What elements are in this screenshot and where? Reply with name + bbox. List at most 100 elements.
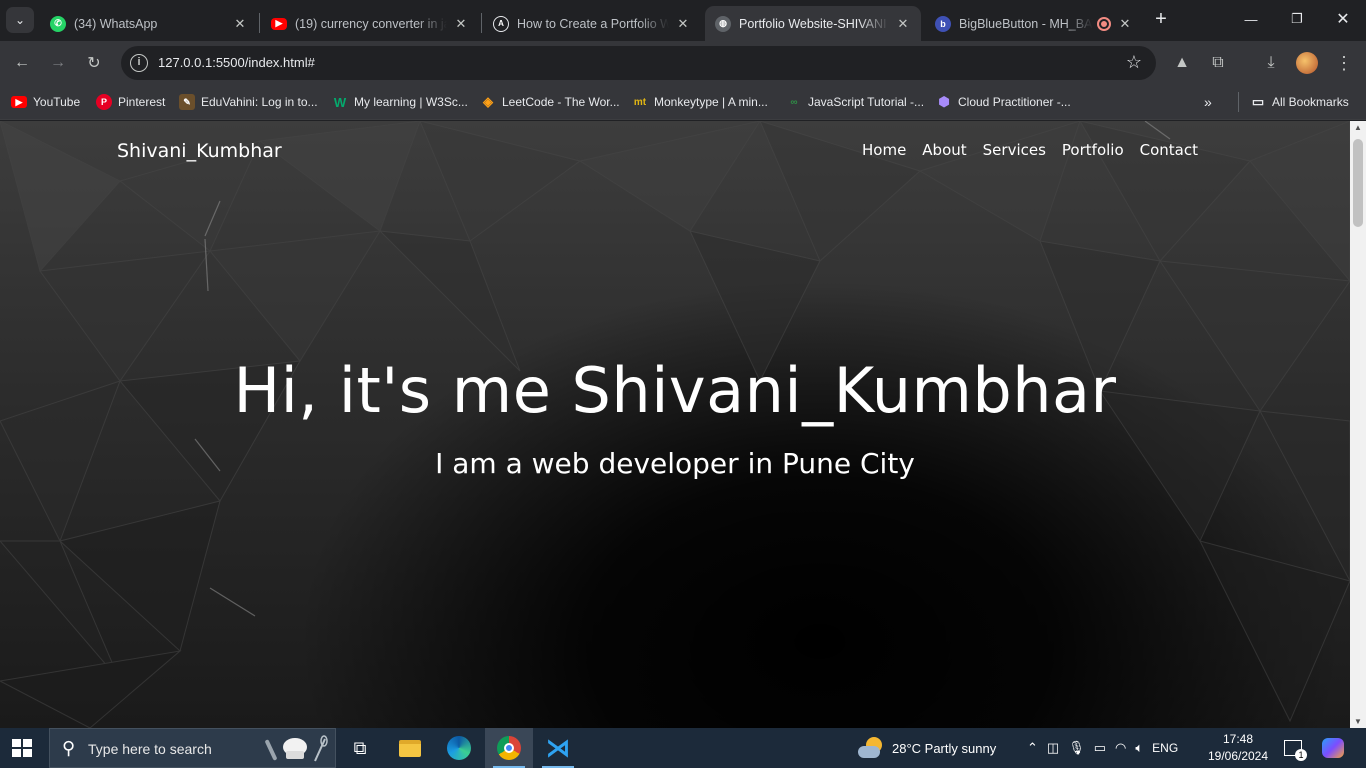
scrollbar-thumb[interactable] bbox=[1353, 139, 1363, 227]
windows-logo-icon bbox=[12, 739, 21, 747]
search-placeholder: Type here to search bbox=[88, 741, 212, 757]
battery-icon[interactable]: ▭ bbox=[1094, 740, 1106, 756]
extension-button[interactable]: ▲ bbox=[1168, 49, 1196, 77]
camera-icon[interactable]: ◫ bbox=[1047, 740, 1059, 756]
close-icon[interactable]: ✕ bbox=[675, 16, 691, 32]
all-bookmarks-label: All Bookmarks bbox=[1272, 95, 1349, 109]
arrow-left-icon: ← bbox=[14, 54, 30, 71]
downloads-button[interactable]: ⤓ bbox=[1257, 49, 1285, 77]
minimize-icon: — bbox=[1244, 11, 1258, 27]
search-icon: ⚲ bbox=[62, 738, 76, 758]
vscode-button[interactable]: ⋊ bbox=[534, 728, 582, 768]
extensions-button[interactable]: ⧉ bbox=[1204, 49, 1232, 77]
url-text[interactable]: 127.0.0.1:5500/index.html# bbox=[158, 55, 315, 70]
close-icon[interactable]: ✕ bbox=[1117, 16, 1133, 32]
download-icon: ⤓ bbox=[1267, 54, 1275, 71]
tab-title: How to Create a Portfolio Web bbox=[517, 16, 669, 31]
new-tab-button[interactable]: + bbox=[1150, 9, 1172, 31]
all-bookmarks-button[interactable]: ▭ All Bookmarks bbox=[1250, 93, 1349, 111]
bookmark-label: Pinterest bbox=[118, 95, 166, 109]
bookmark-pinterest[interactable]: P Pinterest bbox=[96, 93, 165, 111]
nav-services[interactable]: Services bbox=[983, 141, 1046, 159]
chevron-up-icon[interactable]: ⌃ bbox=[1027, 740, 1038, 756]
wifi-icon[interactable]: ◠ bbox=[1115, 740, 1126, 756]
site-logo[interactable]: Shivani_Kumbhar bbox=[117, 140, 282, 162]
bookmark-youtube[interactable]: ▶ YouTube bbox=[11, 93, 80, 111]
whatsapp-icon: ✆ bbox=[50, 15, 66, 32]
clock[interactable]: 17:48 19/06/2024 bbox=[1206, 731, 1270, 765]
restore-button[interactable]: ❐ bbox=[1274, 0, 1320, 38]
bigbluebutton-icon: b bbox=[935, 15, 951, 32]
notification-icon: 1 bbox=[1284, 740, 1307, 761]
bookmark-label: JavaScript Tutorial -... bbox=[808, 95, 925, 109]
minimize-button[interactable]: — bbox=[1228, 0, 1274, 38]
nav-home[interactable]: Home bbox=[862, 141, 906, 159]
close-icon[interactable]: ✕ bbox=[232, 16, 248, 32]
tab-search-button[interactable]: ⌄ bbox=[6, 7, 34, 33]
close-icon[interactable]: ✕ bbox=[453, 16, 469, 32]
close-window-button[interactable]: ✕ bbox=[1320, 0, 1366, 38]
tab-title: Portfolio Website-SHIVANI KUMBHAR bbox=[739, 16, 889, 31]
chrome-icon bbox=[497, 736, 521, 760]
bookmark-label: Cloud Practitioner -... bbox=[958, 95, 1071, 109]
tab-portfolio-tutorial[interactable]: A How to Create a Portfolio Web ✕ bbox=[483, 6, 701, 41]
youtube-icon: ▶ bbox=[271, 17, 287, 30]
nav-contact[interactable]: Contact bbox=[1140, 141, 1198, 159]
pinterest-icon: P bbox=[96, 94, 112, 110]
tab-bigbluebutton[interactable]: b BigBlueButton - MH_BATCH ✕ bbox=[925, 6, 1143, 41]
microphone-icon[interactable]: 🎙︎ bbox=[1068, 740, 1085, 756]
restore-icon: ❐ bbox=[1291, 11, 1303, 26]
bookmark-monkeytype[interactable]: mt Monkeytype | A min... bbox=[632, 93, 768, 111]
more-vertical-icon: ⋮ bbox=[1335, 52, 1353, 73]
speaker-icon[interactable]: 🔈︎ bbox=[1135, 740, 1143, 756]
start-button[interactable] bbox=[12, 739, 32, 757]
recording-icon bbox=[1097, 16, 1111, 31]
address-bar[interactable]: i 127.0.0.1:5500/index.html# ☆ bbox=[121, 46, 1156, 80]
bookmark-w3schools[interactable]: W My learning | W3Sc... bbox=[332, 93, 468, 111]
more-bookmarks-button[interactable]: » bbox=[1204, 93, 1212, 111]
folder-icon bbox=[399, 739, 421, 757]
nav-portfolio[interactable]: Portfolio bbox=[1062, 141, 1124, 159]
scroll-down-icon[interactable]: ▼ bbox=[1350, 717, 1366, 726]
task-view-button[interactable]: ⧉ bbox=[336, 728, 384, 768]
double-chevron-right-icon: » bbox=[1204, 94, 1212, 110]
chrome-button[interactable] bbox=[485, 728, 533, 768]
hero-subtitle: I am a web developer in Pune City bbox=[435, 447, 915, 480]
file-explorer-button[interactable] bbox=[386, 728, 434, 768]
notification-count: 1 bbox=[1295, 749, 1307, 761]
scroll-up-icon[interactable]: ▲ bbox=[1350, 123, 1366, 132]
info-icon[interactable]: i bbox=[130, 54, 148, 72]
hero-title: Hi, it's me Shivani_Kumbhar bbox=[233, 354, 1117, 427]
bookmark-javascript-tutorial[interactable]: ∞ JavaScript Tutorial -... bbox=[786, 93, 924, 111]
globe-icon: ◍ bbox=[715, 15, 731, 32]
weather-text: 28°C Partly sunny bbox=[892, 740, 997, 756]
tab-whatsapp[interactable]: ✆ (34) WhatsApp ✕ bbox=[40, 6, 258, 41]
reload-button[interactable]: ↻ bbox=[80, 49, 108, 77]
forward-button[interactable]: → bbox=[44, 49, 72, 77]
edge-button[interactable] bbox=[435, 728, 483, 768]
menu-button[interactable]: ⋮ bbox=[1330, 49, 1358, 77]
tab-portfolio-website[interactable]: ◍ Portfolio Website-SHIVANI KUMBHAR ✕ bbox=[705, 6, 921, 41]
avatar bbox=[1296, 52, 1318, 74]
notifications-button[interactable]: 1 bbox=[1284, 728, 1307, 768]
bookmark-eduvahini[interactable]: ✎ EduVahini: Log in to... bbox=[179, 93, 318, 111]
taskbar-search[interactable]: ⚲ Type here to search bbox=[49, 728, 336, 768]
codehal-icon: A bbox=[493, 15, 509, 32]
page-scrollbar[interactable]: ▲ ▼ bbox=[1350, 121, 1366, 728]
bookmark-label: YouTube bbox=[33, 95, 81, 109]
bookmark-leetcode[interactable]: ◈ LeetCode - The Wor... bbox=[480, 93, 620, 111]
close-icon[interactable]: ✕ bbox=[895, 16, 911, 32]
star-icon[interactable]: ☆ bbox=[1126, 52, 1142, 73]
profile-button[interactable] bbox=[1293, 49, 1321, 77]
copilot-button[interactable] bbox=[1322, 728, 1344, 768]
bookmark-cloud-practitioner[interactable]: ⬢ Cloud Practitioner -... bbox=[936, 93, 1071, 111]
nav-about[interactable]: About bbox=[922, 141, 966, 159]
mountain-icon: ▲ bbox=[1174, 54, 1190, 71]
back-button[interactable]: ← bbox=[8, 49, 36, 77]
language-indicator[interactable]: ENG bbox=[1152, 741, 1178, 755]
weather-widget[interactable]: 28°C Partly sunny bbox=[858, 728, 996, 768]
cube-icon: ⬢ bbox=[938, 94, 950, 109]
clock-date: 19/06/2024 bbox=[1207, 749, 1269, 763]
w3schools-icon: W bbox=[333, 94, 347, 110]
tab-youtube[interactable]: ▶ (19) currency converter in java ✕ bbox=[261, 6, 479, 41]
